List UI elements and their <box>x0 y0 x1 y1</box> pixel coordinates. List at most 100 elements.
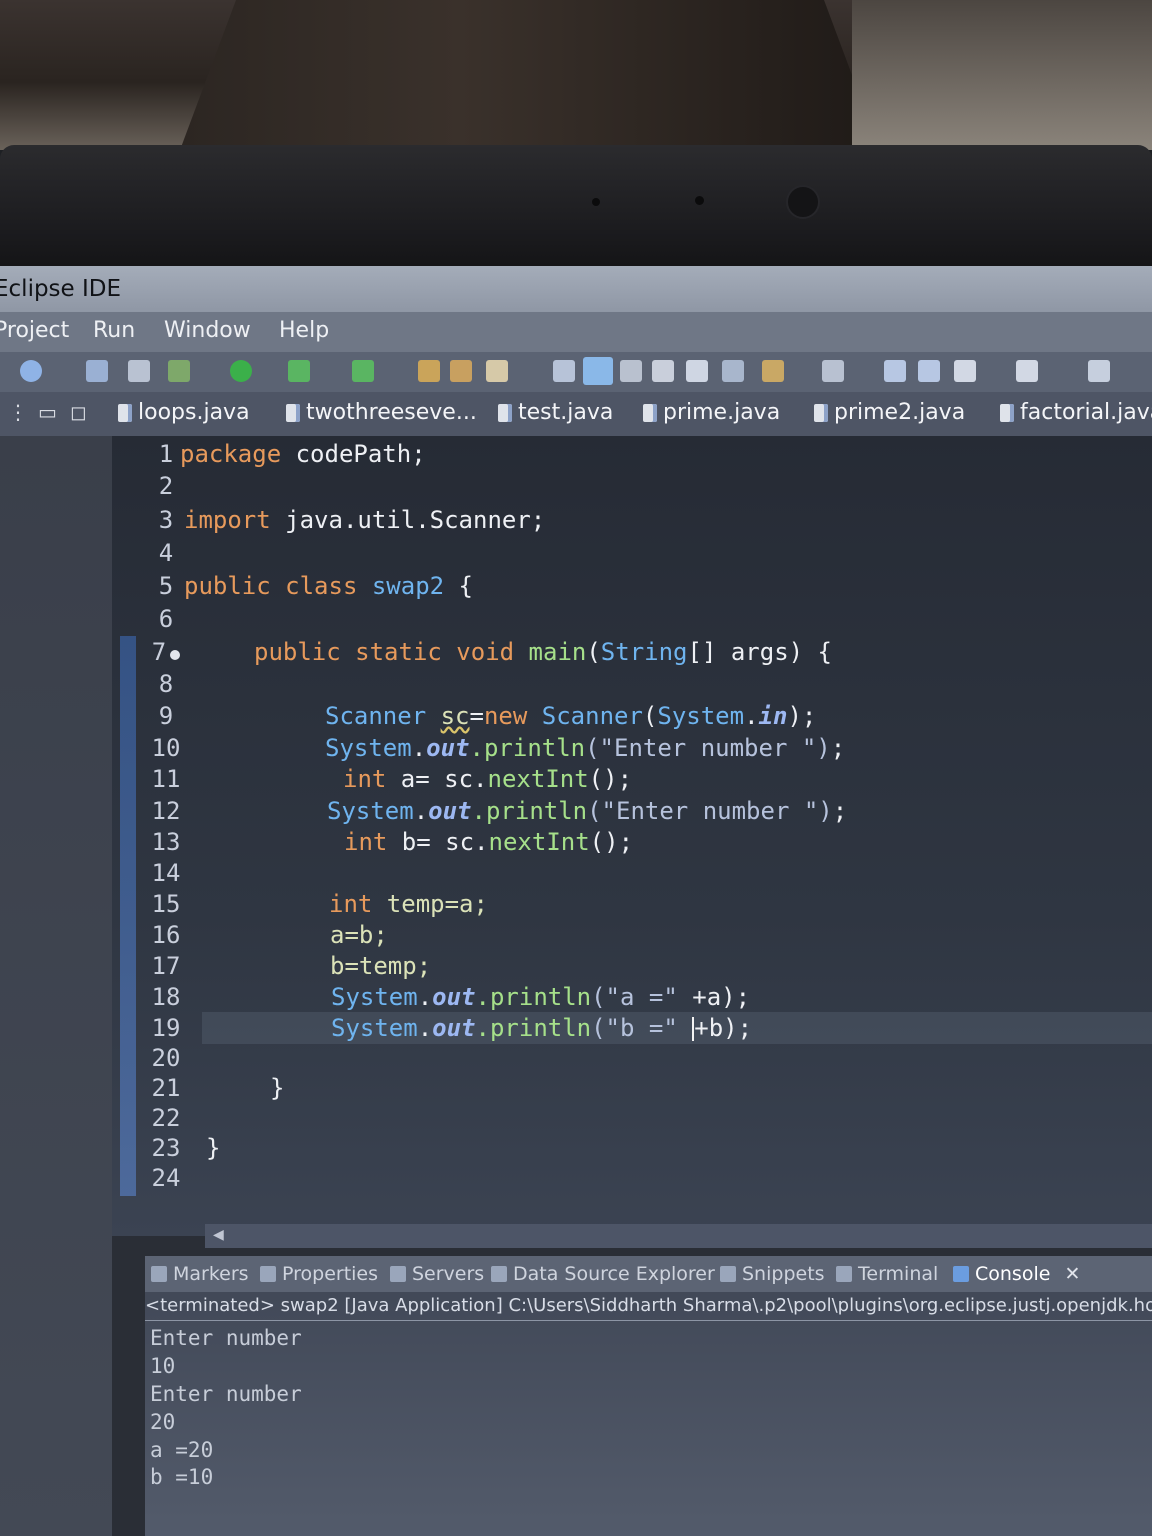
horizontal-scrollbar[interactable]: ◀ <box>205 1224 1152 1248</box>
line-number: 13 <box>151 828 181 856</box>
change-ruler <box>120 636 136 1196</box>
tab-factorial[interactable]: factorial.java <box>1000 400 1152 425</box>
back-icon[interactable] <box>884 360 906 382</box>
bug-icon[interactable] <box>128 360 150 382</box>
line-number: 7 <box>136 636 196 668</box>
fold-marker-icon[interactable] <box>170 650 181 660</box>
next-annotation-icon[interactable] <box>822 360 844 382</box>
console-icon <box>953 1266 969 1282</box>
tab-console[interactable]: Console ✕ <box>953 1263 1080 1285</box>
code-line: b=temp; <box>330 952 432 980</box>
arrow-left-icon[interactable] <box>954 360 976 382</box>
console-output-line: 10 <box>150 1354 176 1378</box>
menu-help[interactable]: Help <box>279 318 329 343</box>
webcam <box>786 185 820 219</box>
tab-snippets[interactable]: Snippets <box>720 1263 825 1285</box>
tab-loops[interactable]: loops.java <box>118 400 250 425</box>
search-icon[interactable] <box>553 360 575 382</box>
tab-data-source-explorer[interactable]: Data Source Explorer <box>491 1263 715 1285</box>
tab-prime[interactable]: prime.java <box>643 400 780 425</box>
wrench-icon[interactable] <box>620 360 642 382</box>
line-number: 24 <box>151 1164 181 1192</box>
mark-occurrences-icon[interactable] <box>583 357 613 385</box>
code-line: } <box>206 1134 221 1162</box>
code-line: System.out.println("Enter number "); <box>327 797 848 825</box>
tab-test[interactable]: test.java <box>498 400 613 425</box>
warning-squiggle: sc <box>440 702 470 730</box>
open-folder-icon[interactable] <box>418 360 440 382</box>
menu-window[interactable]: Window <box>164 318 251 343</box>
menu-run[interactable]: Run <box>93 318 135 343</box>
line-number: 10 <box>151 734 181 762</box>
line-number: 6 <box>158 605 174 633</box>
tab-terminal[interactable]: Terminal <box>836 1263 938 1285</box>
spark-icon[interactable] <box>168 360 190 382</box>
code-line: import java.util.Scanner; <box>184 506 546 534</box>
code-line: Scanner sc=new Scanner(System.in); <box>325 702 817 730</box>
menu-bar: Project Run Window Help <box>0 312 1152 352</box>
console-status-line: <terminated> swap2 [Java Application] C:… <box>145 1292 1152 1321</box>
console-output-line: b =10 <box>150 1465 214 1489</box>
copy-icon[interactable] <box>652 360 674 382</box>
java-file-icon <box>814 403 828 422</box>
run-icon[interactable] <box>230 360 252 382</box>
line-number: 11 <box>151 765 181 793</box>
java-file-icon <box>118 403 132 422</box>
console-output-line: Enter number <box>150 1326 302 1350</box>
code-line: public class swap2 { <box>184 572 473 600</box>
menu-project[interactable]: Project <box>0 318 69 343</box>
forward-edit-icon[interactable] <box>918 360 940 382</box>
annotation-icon[interactable] <box>762 360 784 382</box>
console-output-line: Enter number <box>150 1382 302 1406</box>
java-file-icon <box>286 403 300 422</box>
line-number: 21 <box>151 1074 181 1102</box>
external-tools-icon[interactable] <box>352 360 374 382</box>
code-editor[interactable]: 1 2 3 4 5 6 7 8 9 10 11 12 13 14 15 16 1… <box>112 436 1152 1236</box>
console-output-line: 20 <box>150 1410 176 1434</box>
tab-properties[interactable]: Properties <box>260 1263 378 1285</box>
markers-icon <box>151 1266 167 1282</box>
line-number: 17 <box>151 952 181 980</box>
perspective-icon[interactable] <box>1088 360 1110 382</box>
background-wall <box>852 0 1152 150</box>
screen: Eclipse IDE Project Run Window Help ⋮ ▭ <box>0 266 1152 1536</box>
line-number-gutter: 1 2 3 4 5 6 7 8 9 10 11 12 13 14 15 16 1… <box>136 436 198 1216</box>
code-line: int temp=a; <box>329 890 488 918</box>
line-number: 23 <box>151 1134 181 1162</box>
scroll-left-icon[interactable]: ◀ <box>213 1227 224 1243</box>
minimize-icon[interactable]: ▭ <box>38 400 57 424</box>
bezel-sensor <box>592 198 600 206</box>
pilcrow-icon[interactable] <box>722 360 744 382</box>
maximize-icon[interactable]: ◻ <box>70 400 87 424</box>
code-line: int a= sc.nextInt(); <box>343 765 633 793</box>
tab-markers[interactable]: Markers <box>151 1263 249 1285</box>
properties-icon <box>260 1266 276 1282</box>
tab-servers[interactable]: Servers <box>390 1263 484 1285</box>
terminal-icon <box>836 1266 852 1282</box>
code-line: public static void main(String[] args) { <box>254 638 832 666</box>
tab-prime2[interactable]: prime2.java <box>814 400 965 425</box>
debug-icon[interactable] <box>86 360 108 382</box>
close-icon[interactable]: ✕ <box>1064 1263 1080 1285</box>
package-icon[interactable] <box>450 360 472 382</box>
document-icon[interactable] <box>686 360 708 382</box>
line-number: 16 <box>151 921 181 949</box>
arrow-right-icon[interactable] <box>1016 360 1038 382</box>
background-room <box>0 0 1152 150</box>
bezel-sensor <box>695 196 704 205</box>
line-number: 2 <box>158 472 174 500</box>
view-menu-icon[interactable]: ⋮ <box>8 400 28 424</box>
window-title: Eclipse IDE <box>0 276 122 302</box>
pencil-icon[interactable] <box>486 360 508 382</box>
editor-tabs: ⋮ ▭ ◻ loops.java twothreeseve... test.ja… <box>0 392 1152 436</box>
left-pane <box>0 436 112 1536</box>
line-number: 20 <box>151 1044 181 1072</box>
run-config-icon[interactable] <box>288 360 310 382</box>
settings-icon[interactable] <box>20 360 42 382</box>
tab-twothreeseven[interactable]: twothreeseve... <box>286 400 477 425</box>
code-line: package codePath; <box>180 440 426 468</box>
background-chair <box>180 0 880 150</box>
data-source-icon <box>491 1266 507 1282</box>
panel-tabs: Markers Properties Servers Data Source E… <box>145 1256 1152 1292</box>
snippets-icon <box>720 1266 736 1282</box>
